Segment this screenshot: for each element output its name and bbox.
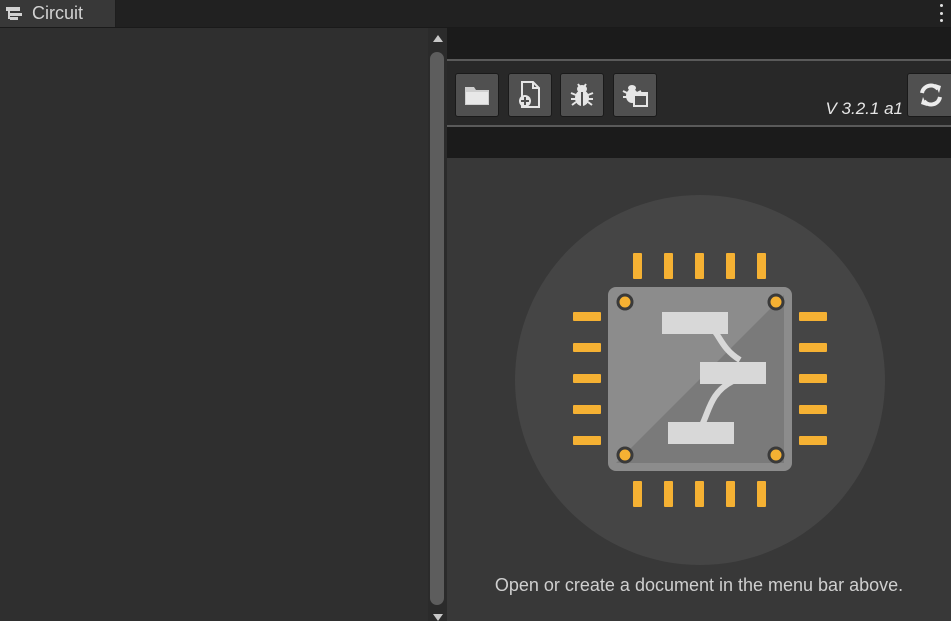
top-strip: [447, 28, 951, 59]
hierarchy-icon: [6, 6, 22, 20]
refresh-button[interactable]: [907, 73, 951, 117]
debug-window-button[interactable]: [613, 73, 657, 117]
scroll-thumb[interactable]: [430, 52, 444, 605]
document-panel: V 3.2.1 a1 Open or create a document in …: [447, 28, 951, 621]
open-folder-button[interactable]: [455, 73, 499, 117]
empty-state-hint: Open or create a document in the menu ba…: [494, 575, 904, 595]
refresh-icon: [920, 83, 942, 107]
folder-icon: [465, 87, 489, 105]
hierarchy-panel: [0, 28, 428, 621]
tab-bar: Circuit: [0, 0, 951, 28]
tab-circuit[interactable]: Circuit: [0, 0, 116, 27]
version-label: V 3.2.1 a1: [825, 99, 903, 118]
circuit-chip-logo: [515, 195, 885, 565]
bottom-strip: [447, 127, 951, 158]
vertical-scrollbar[interactable]: [428, 28, 447, 621]
new-file-icon: [519, 81, 540, 108]
scroll-up-icon[interactable]: [433, 35, 443, 42]
scroll-down-icon[interactable]: [433, 614, 443, 621]
bug-icon: [570, 83, 594, 106]
new-document-button[interactable]: [508, 73, 552, 117]
kebab-menu-icon[interactable]: [937, 4, 945, 22]
tab-title: Circuit: [32, 3, 84, 23]
debug-button[interactable]: [560, 73, 604, 117]
circuit-window: Circuit V 3.2.1 a1 Open or create a docu…: [0, 0, 951, 621]
toolbar: V 3.2.1 a1: [447, 59, 951, 127]
bug-window-icon: [622, 85, 648, 107]
